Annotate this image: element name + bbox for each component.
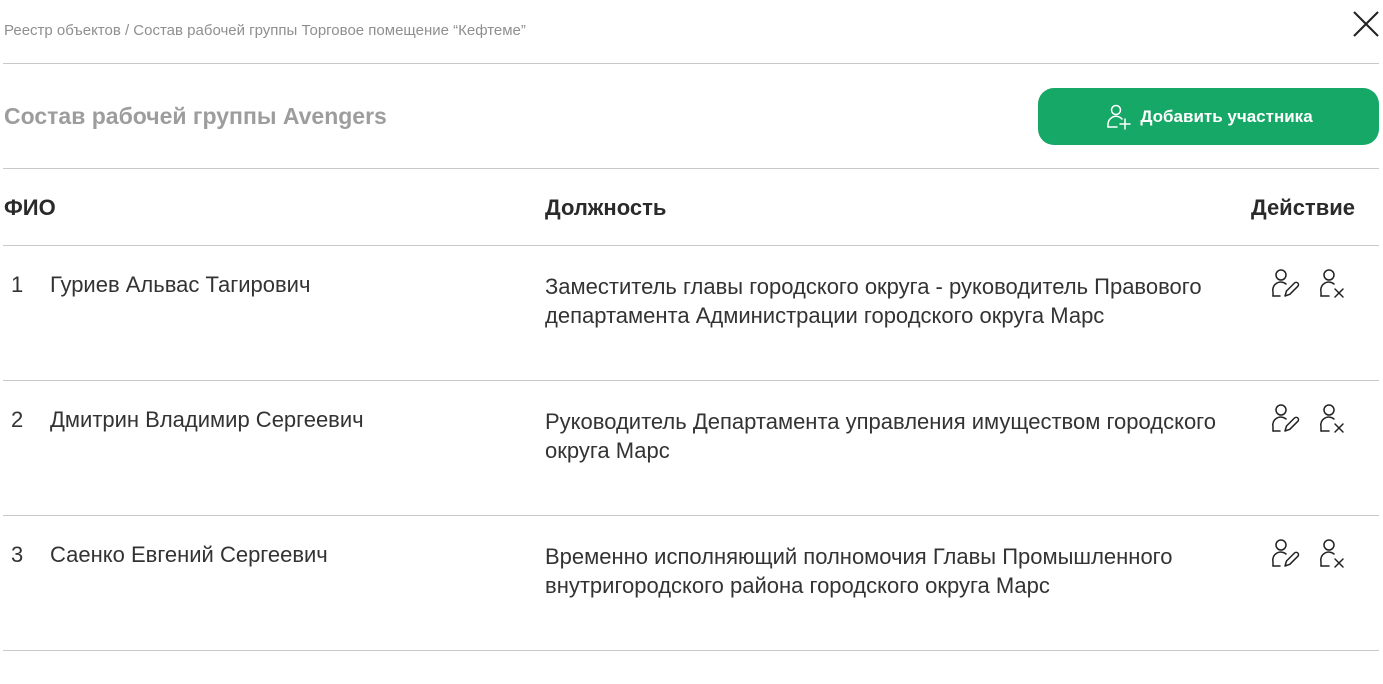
add-member-button[interactable]: Добавить участника bbox=[1038, 88, 1379, 145]
table-row: 1 Гуриев Альвас Тагирович Заместитель глав… bbox=[0, 246, 1383, 381]
user-plus-icon bbox=[1107, 104, 1132, 130]
row-number: 3 bbox=[11, 542, 24, 567]
divider bbox=[3, 63, 1379, 64]
member-position: Руководитель Департамента управления иму… bbox=[545, 409, 1216, 463]
user-edit-icon bbox=[1268, 404, 1302, 440]
remove-member-button[interactable] bbox=[1316, 267, 1350, 301]
column-header-action: Действие bbox=[1251, 195, 1355, 220]
add-member-label: Добавить участника bbox=[1140, 106, 1313, 126]
row-divider bbox=[3, 650, 1379, 651]
breadcrumb: Реестр объектов / Состав рабочей группы … bbox=[4, 22, 526, 39]
user-edit-icon bbox=[1268, 539, 1302, 575]
row-number: 2 bbox=[11, 407, 24, 432]
row-number: 1 bbox=[11, 272, 24, 297]
member-name: Гуриев Альвас Тагирович bbox=[50, 272, 311, 297]
user-remove-icon bbox=[1316, 539, 1350, 575]
column-header-position: Должность bbox=[545, 195, 667, 220]
edit-member-button[interactable] bbox=[1268, 537, 1302, 571]
user-edit-icon bbox=[1268, 269, 1302, 305]
close-icon bbox=[1353, 11, 1379, 37]
member-position: Заместитель главы городского округа - ру… bbox=[545, 274, 1202, 328]
edit-member-button[interactable] bbox=[1268, 267, 1302, 301]
user-remove-icon bbox=[1316, 269, 1350, 305]
member-name: Дмитрин Владимир Сергеевич bbox=[50, 407, 364, 432]
edit-member-button[interactable] bbox=[1268, 402, 1302, 436]
remove-member-button[interactable] bbox=[1316, 402, 1350, 436]
table-row: 3 Саенко Евгений Сергеевич Временно исполн… bbox=[0, 516, 1383, 651]
remove-member-button[interactable] bbox=[1316, 537, 1350, 571]
member-position: Временно исполняющий полномочия Главы Пр… bbox=[545, 544, 1173, 598]
column-header-name: ФИО bbox=[4, 195, 56, 220]
close-button[interactable] bbox=[1351, 9, 1381, 39]
table-row: 2 Дмитрин Владимир Сергеевич Руководитель … bbox=[0, 381, 1383, 516]
user-remove-icon bbox=[1316, 404, 1350, 440]
divider bbox=[3, 168, 1379, 169]
member-name: Саенко Евгений Сергеевич bbox=[50, 542, 328, 567]
page-title: Состав рабочей группы Avengers bbox=[4, 103, 387, 129]
